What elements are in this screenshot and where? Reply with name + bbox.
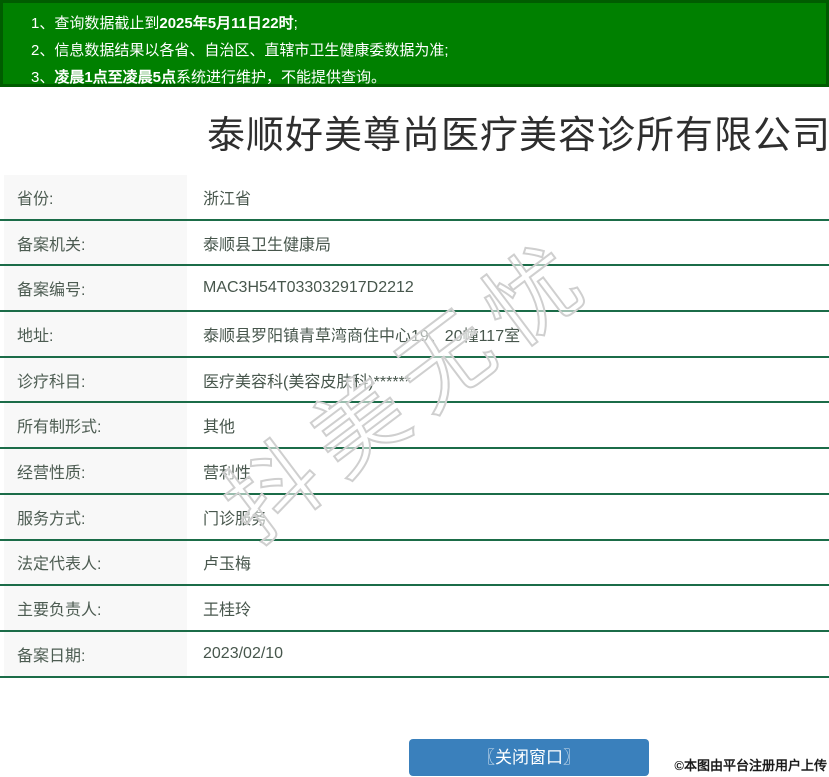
row-label: 备案日期: [4, 631, 187, 676]
row-value: 泰顺县卫生健康局 [203, 236, 332, 254]
row-label: 法定代表人: [4, 540, 187, 585]
row-label: 经营性质: [4, 449, 187, 493]
record-detail-table: 省份: 浙江省 备案机关: 泰顺县卫生健康局 备案编号: MAC3H54T033… [0, 175, 829, 678]
table-row-record-authority: 备案机关: 泰顺县卫生健康局 [0, 220, 829, 267]
row-value: MAC3H54T033032917D2212 [203, 279, 414, 297]
row-value: 营利性 [203, 464, 252, 482]
notice-bold-text: 2025年5月11日22时 [159, 15, 294, 32]
table-row-province: 省份: 浙江省 [0, 175, 829, 221]
record-page: 1、查询数据截止到2025年5月11日22时; 2、信息数据结果以各省、自治区、… [0, 0, 829, 777]
row-value: 王桂玲 [203, 602, 252, 620]
row-value: 2023/02/10 [203, 644, 284, 662]
notice-text: ; [293, 15, 298, 32]
notice-banner: 1、查询数据截止到2025年5月11日22时; 2、信息数据结果以各省、自治区、… [0, 0, 829, 87]
row-label: 地址: [4, 312, 187, 356]
row-value: 浙江省 [203, 190, 252, 208]
notice-text: 查询数据截止到 [54, 15, 160, 32]
page-title: 泰顺好美尊尚医疗美容诊所有限公司 [207, 115, 829, 157]
row-label: 主要负责人: [4, 586, 187, 630]
notice-number: 3、 [31, 69, 55, 86]
row-value: 其他 [203, 419, 236, 437]
row-value: 门诊服务 [203, 510, 268, 528]
row-label: 所有制形式: [4, 403, 187, 448]
notice-text: 系统进行维护，不能提供查询。 [176, 69, 387, 86]
row-label: 备案机关: [4, 220, 187, 265]
row-value: 卢玉梅 [203, 556, 252, 574]
notice-bold-text: 凌晨1点至凌晨5点 [54, 69, 177, 86]
table-row-address: 地址: 泰顺县罗阳镇青草湾商住中心19、20幢117室 [0, 312, 829, 358]
row-label: 诊疗科目: [4, 357, 187, 402]
row-label: 服务方式: [4, 494, 187, 539]
copyright-note: ©本图由平台注册用户上传 [674, 758, 827, 773]
table-row-legal-representative: 法定代表人: 卢玉梅 [0, 540, 829, 587]
notice-line-3: 3、凌晨1点至凌晨5点系统进行维护，不能提供查询。 [31, 64, 816, 91]
notice-number: 2、 [31, 42, 55, 59]
notice-text: 信息数据结果以各省、自治区、直辖市卫生健康委数据为准; [54, 42, 449, 59]
title-wrap: 泰顺好美尊尚医疗美容诊所有限公司 [0, 104, 829, 157]
table-row-service-mode: 服务方式: 门诊服务 [0, 494, 829, 541]
table-row-record-number: 备案编号: MAC3H54T033032917D2212 [0, 266, 829, 313]
notice-line-2: 2、信息数据结果以各省、自治区、直辖市卫生健康委数据为准; [31, 37, 816, 64]
notice-line-1: 1、查询数据截止到2025年5月11日22时; [31, 10, 816, 37]
row-label: 备案编号: [4, 266, 187, 311]
notice-number: 1、 [31, 15, 55, 32]
table-row-clinical-subjects: 诊疗科目: 医疗美容科(美容皮肤科)****** [0, 357, 829, 404]
table-row-business-nature: 经营性质: 营利性 [0, 449, 829, 495]
table-row-record-date: 备案日期: 2023/02/10 [0, 631, 829, 678]
table-row-principal-person: 主要负责人: 王桂玲 [0, 586, 829, 632]
row-label: 省份: [4, 175, 187, 219]
close-window-button[interactable]: 〖关闭窗口〗 [409, 739, 649, 776]
row-value: 泰顺县罗阳镇青草湾商住中心19、20幢117室 [203, 327, 521, 345]
table-row-ownership-form: 所有制形式: 其他 [0, 403, 829, 450]
row-value: 医疗美容科(美容皮肤科)****** [203, 373, 412, 391]
